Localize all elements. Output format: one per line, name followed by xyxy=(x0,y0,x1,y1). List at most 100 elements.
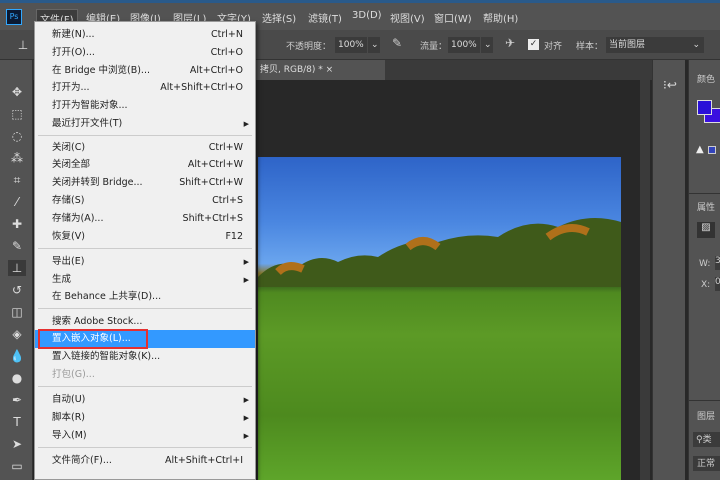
menu-item-label: 置入链接的智能对象(K)... xyxy=(52,351,161,362)
lasso-tool-icon[interactable]: ◌ xyxy=(8,128,26,144)
menu-item[interactable]: 关闭并转到 Bridge... Shift+Ctrl+W xyxy=(35,174,255,192)
menu-item[interactable]: 脚本(R) ▶ xyxy=(35,409,255,427)
menu-item[interactable]: 存储(S) Ctrl+S xyxy=(35,192,255,210)
quick-select-icon[interactable]: ⁂ xyxy=(8,150,26,166)
menu-item-shortcut: Ctrl+N xyxy=(211,29,243,40)
menu-item-label: 生成 xyxy=(52,274,72,285)
document-tab[interactable]: 拷贝, RGB/8) * × xyxy=(255,60,385,80)
menu-item-shortcut: Ctrl+S xyxy=(212,195,243,206)
canvas-image[interactable] xyxy=(258,157,621,480)
dodge-tool-icon[interactable]: ● xyxy=(8,370,26,386)
submenu-arrow-icon: ▶ xyxy=(243,120,249,128)
vertical-scrollbar[interactable] xyxy=(640,80,650,480)
clone-stamp-tool-icon[interactable]: ⊥ xyxy=(8,260,26,276)
history-panel-icon[interactable]: ⁝↩ xyxy=(663,78,677,92)
menu-item-label: 存储为(A)... xyxy=(52,213,104,224)
menu-item[interactable]: 在 Behance 上共享(D)... xyxy=(35,288,255,306)
width-input[interactable]: 3 xyxy=(715,256,720,270)
menu-item[interactable]: 新建(N)... Ctrl+N xyxy=(35,26,255,44)
menu-item-shortcut: Alt+Ctrl+W xyxy=(187,159,243,170)
path-select-icon[interactable]: ➤ xyxy=(8,436,26,452)
crop-tool-icon[interactable]: ⌗ xyxy=(8,172,26,188)
menu-item[interactable]: 文件简介(F)... Alt+Shift+Ctrl+I xyxy=(35,452,255,470)
brush-tool-icon[interactable]: ✎ xyxy=(8,238,26,254)
type-tool-icon[interactable]: T xyxy=(8,414,26,430)
eraser-tool-icon[interactable]: ◫ xyxy=(8,304,26,320)
clone-stamp-icon[interactable]: ⊥ xyxy=(14,37,32,53)
menu-item[interactable]: 在 Bridge 中浏览(B)... Alt+Ctrl+O xyxy=(35,62,255,80)
menu-item[interactable]: 存储为(A)... Shift+Ctrl+S xyxy=(35,210,255,228)
blur-tool-icon[interactable]: 💧 xyxy=(8,348,26,364)
menu-item[interactable]: 关闭全部 Alt+Ctrl+W xyxy=(35,156,255,174)
paint-bucket-icon[interactable]: ◈ xyxy=(8,326,26,342)
menu-item-label: 存储(S) xyxy=(52,195,85,206)
menu-item[interactable]: 恢复(V) F12 xyxy=(35,228,255,246)
menu-item-label: 打开(O)... xyxy=(52,47,95,58)
right-panels: 颜色 ▲ 属性 ▨ W: 3 X: 0 图层 ⚲类 正常 xyxy=(688,60,720,480)
menu-7[interactable]: 3D(D) xyxy=(349,9,385,22)
photoshop-logo: Ps xyxy=(6,9,22,25)
divider xyxy=(689,400,720,401)
menu-item[interactable]: 导出(E) ▶ xyxy=(35,253,255,271)
menu-item[interactable]: 关闭(C) Ctrl+W xyxy=(35,139,255,157)
menu-item[interactable]: 打开(O)... Ctrl+O xyxy=(35,44,255,62)
x-label: X: xyxy=(701,280,711,290)
menu-item-label: 新建(N)... xyxy=(52,29,95,40)
gamut-warning-icon[interactable]: ▲ xyxy=(696,144,704,155)
menu-item-label: 导出(E) xyxy=(52,256,85,267)
menu-item-shortcut: F12 xyxy=(225,231,243,242)
menu-item[interactable]: 自动(U) ▶ xyxy=(35,391,255,409)
history-brush-icon[interactable]: ↺ xyxy=(8,282,26,298)
opacity-dropdown[interactable]: ⌄ xyxy=(368,37,380,53)
blend-mode-select[interactable]: 正常 xyxy=(693,456,720,471)
image-properties-icon[interactable]: ▨ xyxy=(697,222,715,238)
opacity-label: 不透明度： xyxy=(286,42,332,52)
menu-item-label: 打包(G)... xyxy=(52,369,95,380)
menu-9[interactable]: 窗口(W) xyxy=(431,9,475,26)
sample-label: 样本： xyxy=(576,42,604,52)
menu-item-shortcut: Shift+Ctrl+W xyxy=(179,177,243,188)
menu-6[interactable]: 滤镜(T) xyxy=(305,9,345,26)
menu-item-shortcut: Ctrl+W xyxy=(208,142,243,153)
menu-item[interactable]: 置入链接的智能对象(K)... xyxy=(35,348,255,366)
tab-close-button[interactable]: × xyxy=(326,65,334,75)
x-input[interactable]: 0 xyxy=(715,277,720,291)
menu-item[interactable]: 生成 ▶ xyxy=(35,271,255,289)
align-checkbox[interactable]: ✓ xyxy=(528,39,539,50)
flow-label: 流量： xyxy=(420,42,448,52)
flow-dropdown[interactable]: ⌄ xyxy=(481,37,493,53)
airbrush-icon[interactable]: ✈ xyxy=(505,36,515,50)
menu-separator xyxy=(38,135,252,136)
menu-10[interactable]: 帮助(H) xyxy=(480,9,521,26)
menu-item-label: 恢复(V) xyxy=(52,231,85,242)
menu-item[interactable]: 打开为智能对象... xyxy=(35,97,255,115)
menu-item[interactable]: 最近打开文件(T) ▶ xyxy=(35,115,255,133)
menu-item-label: 打开为智能对象... xyxy=(52,100,128,111)
collapsed-panel-column: ⁝↩ xyxy=(652,60,685,480)
rectangle-tool-icon[interactable]: ▭ xyxy=(8,458,26,474)
move-tool-icon[interactable]: ✥ xyxy=(8,84,26,100)
menu-5[interactable]: 选择(S) xyxy=(259,9,299,26)
foreground-color-swatch[interactable] xyxy=(697,100,712,115)
pen-tool-icon[interactable]: ✒ xyxy=(8,392,26,408)
menu-separator xyxy=(38,386,252,387)
marquee-tool-icon[interactable]: ⬚ xyxy=(8,106,26,122)
eyedropper-icon[interactable]: ⁄ xyxy=(8,194,26,210)
menu-item-shortcut: Alt+Ctrl+O xyxy=(189,65,243,76)
healing-brush-icon[interactable]: ✚ xyxy=(8,216,26,232)
sample-select[interactable]: 当前图层 ⌄ xyxy=(606,37,704,53)
menu-item-label: 关闭(C) xyxy=(52,142,86,153)
menu-8[interactable]: 视图(V) xyxy=(387,9,428,26)
menu-item-label: 文件简介(F)... xyxy=(52,455,112,466)
layers-filter-input[interactable]: ⚲类 xyxy=(693,432,720,447)
submenu-arrow-icon: ▶ xyxy=(243,432,249,440)
menu-item[interactable]: 打开为... Alt+Shift+Ctrl+O xyxy=(35,79,255,97)
submenu-arrow-icon: ▶ xyxy=(243,258,249,266)
divider xyxy=(689,193,720,194)
flow-input[interactable]: 100% xyxy=(448,37,480,53)
opacity-input[interactable]: 100% xyxy=(335,37,367,53)
submenu-arrow-icon: ▶ xyxy=(243,414,249,422)
pressure-opacity-icon[interactable]: ✎ xyxy=(392,36,402,50)
web-color-swatch[interactable] xyxy=(708,146,716,154)
menu-item[interactable]: 导入(M) ▶ xyxy=(35,427,255,445)
